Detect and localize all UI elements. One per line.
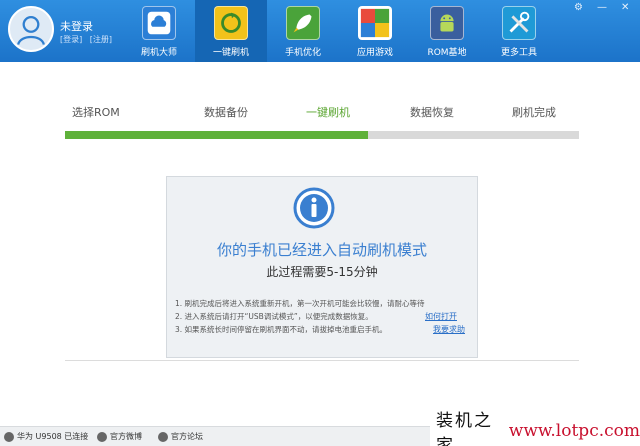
nav-flash-master[interactable]: 刷机大师: [123, 0, 195, 62]
watermark-url: www.lotpc.com: [508, 420, 640, 441]
nav-label: 刷机大师: [140, 48, 177, 58]
step-one-click-flash: 一键刷机: [306, 106, 350, 119]
refresh-icon: [214, 6, 248, 40]
nav-label: 手机优化: [284, 48, 321, 58]
close-button[interactable]: ✕: [621, 2, 629, 13]
device-status-text: 华为 U9508 已连接: [17, 432, 89, 441]
user-links: [登录] [注册]: [60, 34, 112, 45]
official-weibo-link[interactable]: 官方微博: [97, 431, 142, 442]
nav-more-tools[interactable]: 更多工具: [483, 0, 555, 62]
nav-rom-base[interactable]: ROM基地: [411, 0, 483, 62]
phone-icon: [4, 431, 14, 442]
device-status: 华为 U9508 已连接: [4, 431, 88, 442]
info-panel: 你的手机已经进入自动刷机模式 此过程需要5-15分钟 1. 刷机完成后将进入系统…: [166, 176, 478, 358]
nav-phone-optimize[interactable]: 手机优化: [267, 0, 339, 62]
step-data-restore: 数据恢复: [410, 106, 454, 119]
official-forum-link[interactable]: 官方论坛: [158, 431, 203, 442]
app-grid-icon: [358, 6, 392, 40]
forum-icon: [158, 431, 168, 442]
info-icon: [293, 187, 335, 229]
nav-label: 一键刷机: [212, 48, 249, 58]
settings-icon[interactable]: ⚙: [574, 2, 583, 13]
login-link[interactable]: [登录]: [60, 35, 82, 44]
minimize-button[interactable]: —: [597, 2, 607, 13]
how-to-open-link[interactable]: 如何打开: [425, 311, 457, 322]
weibo-icon: [97, 431, 107, 442]
cloud-icon: [142, 6, 176, 40]
nav-one-click-flash[interactable]: 一键刷机: [195, 0, 267, 62]
register-link[interactable]: [注册]: [90, 35, 112, 44]
nav-apps-games[interactable]: 应用游戏: [339, 0, 411, 62]
nav-label: 更多工具: [500, 48, 537, 58]
nav-label: 应用游戏: [356, 48, 393, 58]
user-name: 未登录: [60, 20, 93, 33]
panel-subtitle: 此过程需要5-15分钟: [266, 265, 378, 279]
tip-2: 2. 进入系统后请打开“USB调试模式”，以便完成数据恢复。: [175, 312, 373, 321]
step-data-backup: 数据备份: [204, 106, 248, 119]
user-icon: [17, 15, 45, 45]
panel-title: 你的手机已经进入自动刷机模式: [216, 241, 427, 259]
watermark-text: 装机之家: [436, 410, 493, 446]
watermark: 装机之家 www.lotpc.com: [430, 411, 640, 446]
top-header: 未登录 [登录] [注册] 刷机大师 一键刷机 手机优化 应用游戏 ROM基地 …: [0, 0, 640, 62]
weibo-text: 官方微博: [110, 432, 142, 441]
rocket-icon: [286, 6, 320, 40]
divider: [65, 360, 579, 361]
step-flash-complete: 刷机完成: [512, 106, 556, 119]
forum-text: 官方论坛: [171, 432, 203, 441]
nav-label: ROM基地: [427, 48, 467, 58]
tip-3: 3. 如果系统长时间停留在刷机界面不动，请拔掉电池重启手机。: [175, 325, 388, 334]
progress-fill: [65, 131, 369, 139]
tools-icon: [502, 6, 536, 40]
step-select-rom: 选择ROM: [72, 106, 120, 119]
progress-bar: [65, 131, 579, 139]
android-icon: [430, 6, 464, 40]
tip-1: 1. 刷机完成后将进入系统重新开机，第一次开机可能会比较慢，请耐心等待: [175, 299, 425, 308]
ask-help-link[interactable]: 我要求助: [433, 324, 465, 335]
avatar[interactable]: [8, 6, 54, 52]
